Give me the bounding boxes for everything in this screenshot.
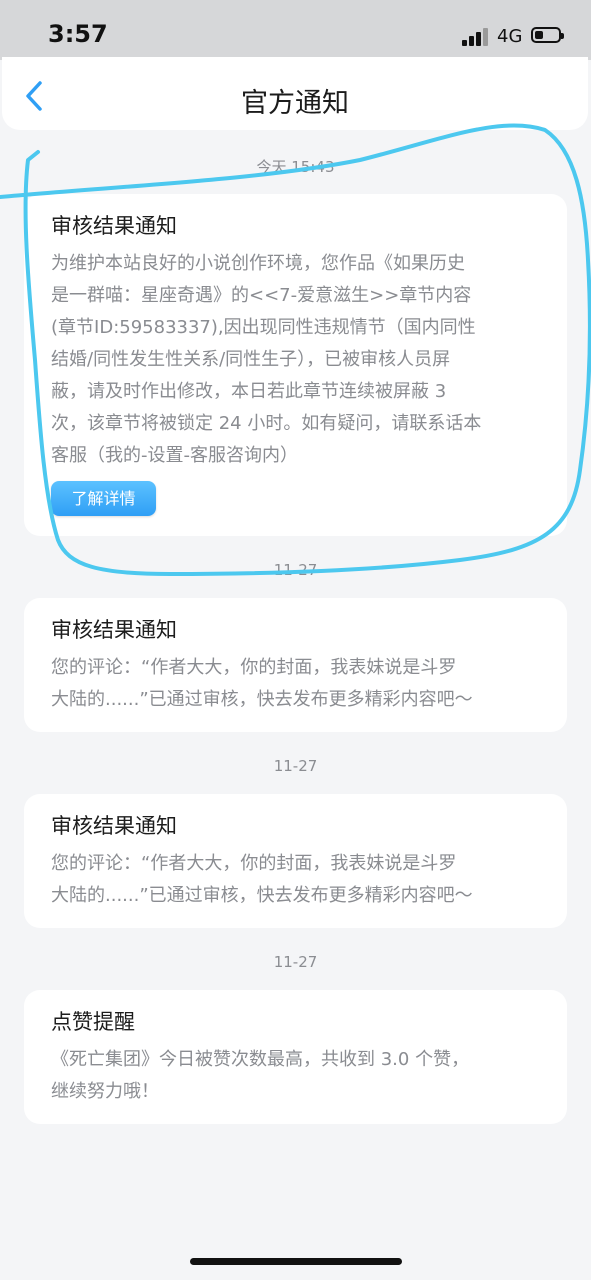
notification-title: 审核结果通知 [51, 214, 177, 238]
body-line: 蔽，请及时作出修改，本日若此章节连续被屏蔽 3 [51, 381, 447, 402]
page-title: 官方通知 [241, 88, 349, 119]
notification-title: 点赞提醒 [51, 1010, 135, 1034]
body-line: 《死亡集团》今日被赞次数最高，共收到 3.0 个赞， [51, 1049, 470, 1070]
body-line: 继续努力哦！ [51, 1081, 159, 1102]
body-line: 结婚/同性发生性关系/同性生子），已被审核人员屏 [51, 349, 451, 370]
body-line: 大陆的......”已通过审核，快去发布更多精彩内容吧～ [51, 689, 473, 710]
learn-more-button[interactable]: 了解详情 [51, 481, 156, 516]
notification-body: 《死亡集团》今日被赞次数最高，共收到 3.0 个赞， 继续努力哦！ [51, 1044, 543, 1108]
notification-body: 您的评论：“作者大大，你的封面，我表妹说是斗罗 大陆的......”已通过审核，… [51, 848, 543, 912]
nav-header: 官方通知 [2, 57, 588, 130]
body-line: 客服（我的-设置-客服咨询内） [51, 445, 298, 466]
body-line: (章节ID:59583337),因出现同性违规情节（国内同性 [51, 317, 476, 338]
notification-date: 11-27 [273, 953, 318, 971]
body-line: 您的评论：“作者大大，你的封面，我表妹说是斗罗 [51, 853, 457, 874]
status-time: 3:57 [48, 20, 108, 48]
notification-body: 为维护本站良好的小说创作环境，您作品《如果历史 是一群喵：星座奇遇》的<<7-爱… [51, 248, 543, 472]
battery-level [535, 31, 543, 39]
notification-body: 您的评论：“作者大大，你的封面，我表妹说是斗罗 大陆的......”已通过审核，… [51, 652, 543, 716]
notification-card[interactable]: 点赞提醒 《死亡集团》今日被赞次数最高，共收到 3.0 个赞， 继续努力哦！ [24, 990, 567, 1124]
body-line: 次，该章节将被锁定 24 小时。如有疑问，请联系话本 [51, 413, 482, 434]
body-line: 为维护本站良好的小说创作环境，您作品《如果历史 [51, 253, 465, 274]
status-bar: 3:57 4G [0, 0, 591, 60]
notification-title: 审核结果通知 [51, 814, 177, 838]
notification-title: 审核结果通知 [51, 618, 177, 642]
notification-date: 11-27 [273, 757, 318, 775]
notification-card[interactable]: 审核结果通知 您的评论：“作者大大，你的封面，我表妹说是斗罗 大陆的......… [24, 598, 567, 732]
notification-date: 11-27 [273, 561, 318, 579]
notification-card[interactable]: 审核结果通知 为维护本站良好的小说创作环境，您作品《如果历史 是一群喵：星座奇遇… [24, 194, 567, 536]
body-line: 是一群喵：星座奇遇》的<<7-爱意滋生>>章节内容 [51, 285, 472, 306]
body-line: 您的评论：“作者大大，你的封面，我表妹说是斗罗 [51, 657, 457, 678]
battery-icon [531, 27, 564, 43]
body-line: 大陆的......”已通过审核，快去发布更多精彩内容吧～ [51, 885, 473, 906]
cellular-signal-icon [462, 28, 492, 46]
network-type: 4G [497, 26, 523, 47]
notification-date: 今天 15:43 [256, 158, 335, 176]
notification-card[interactable]: 审核结果通知 您的评论：“作者大大，你的封面，我表妹说是斗罗 大陆的......… [24, 794, 567, 928]
home-indicator[interactable] [190, 1258, 402, 1265]
